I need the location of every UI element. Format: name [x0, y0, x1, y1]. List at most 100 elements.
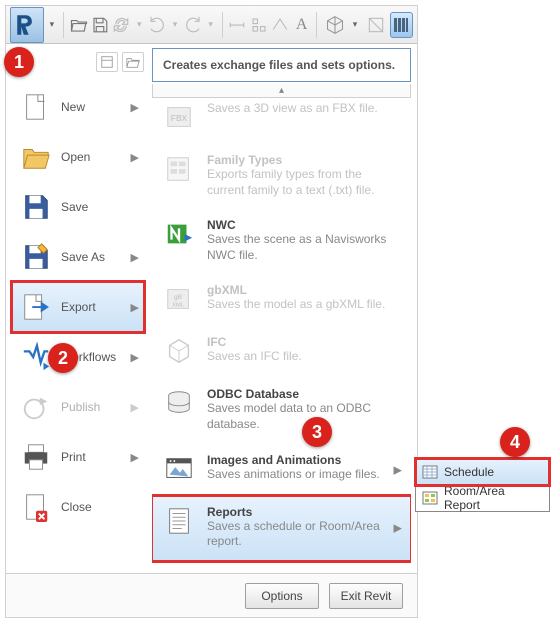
- nwc-icon: [163, 218, 195, 250]
- item-title: gbXML: [207, 283, 400, 297]
- flyout-arrow-icon: ▶: [131, 351, 139, 364]
- save-disk-icon: [19, 190, 53, 224]
- file-menu-list: New ▶ Open ▶ Save Save As ▶ Export ▶: [12, 82, 144, 532]
- item-title: Family Types: [207, 153, 400, 167]
- menu-open[interactable]: Open ▶: [12, 132, 144, 182]
- odbc-icon: [163, 387, 195, 419]
- measure-icon[interactable]: [228, 14, 247, 36]
- menu-export[interactable]: Export ▶: [12, 282, 144, 332]
- room-area-icon: [422, 490, 438, 506]
- export-reports[interactable]: ReportsSaves a schedule or Room/Area rep…: [152, 496, 411, 561]
- 3d-view-icon[interactable]: [322, 15, 347, 35]
- dropdown-icon[interactable]: ▾: [133, 19, 145, 30]
- item-desc: Saves a schedule or Room/Area report.: [207, 519, 400, 550]
- item-desc: Saves the model as a gbXML file.: [207, 297, 400, 313]
- flyout-arrow-icon: ▶: [394, 522, 402, 535]
- flyout-arrow-icon: ▶: [131, 401, 139, 414]
- undo-icon[interactable]: [147, 14, 166, 36]
- family-types-icon: [163, 153, 195, 185]
- menu-label: Open: [61, 150, 137, 164]
- flyout-label: Schedule: [444, 465, 494, 479]
- recent-open-icon[interactable]: [122, 52, 144, 72]
- menu-label: Publish: [61, 400, 137, 414]
- item-title: Reports: [207, 505, 400, 519]
- ifc-icon: [163, 335, 195, 367]
- item-title: Images and Animations: [207, 453, 400, 467]
- dim-icon[interactable]: [271, 14, 290, 36]
- app-menu-dropdown-icon[interactable]: ▾: [46, 19, 58, 30]
- saveas-icon: [19, 240, 53, 274]
- svg-text:FBX: FBX: [171, 113, 188, 123]
- fbx-icon: FBX: [163, 101, 195, 133]
- app-menu-button[interactable]: [10, 7, 44, 43]
- item-desc: Saves animations or image files.: [207, 467, 400, 483]
- export-gbxml[interactable]: gBXML gbXMLSaves the model as a gbXML fi…: [152, 274, 411, 326]
- item-title: IFC: [207, 335, 400, 349]
- flyout-arrow-icon: ▶: [131, 301, 139, 314]
- item-title: NWC: [207, 218, 400, 232]
- callout-badge-3: 3: [302, 417, 332, 447]
- close-icon: [19, 490, 53, 524]
- export-options[interactable]: OptionsSets export options for CAD and I…: [152, 561, 411, 569]
- export-fbx[interactable]: FBX Saves a 3D view as an FBX file.: [152, 100, 411, 144]
- align-icon[interactable]: [249, 14, 268, 36]
- item-desc: Saves an IFC file.: [207, 349, 400, 365]
- sync-icon[interactable]: [112, 14, 131, 36]
- dropdown-icon[interactable]: ▾: [349, 19, 361, 30]
- flyout-arrow-icon: ▶: [131, 451, 139, 464]
- flyout-arrow-icon: ▶: [131, 251, 139, 264]
- item-desc: Saves a 3D view as an FBX file.: [207, 101, 400, 117]
- gbxml-icon: gBXML: [163, 283, 195, 315]
- menu-saveas[interactable]: Save As ▶: [12, 232, 144, 282]
- flyout-room-area[interactable]: Room/Area Report: [416, 485, 549, 511]
- button-label: Exit Revit: [341, 589, 392, 603]
- menu-print[interactable]: Print ▶: [12, 432, 144, 482]
- quick-access-toolbar: ▾ ▾ ▾ ▾ A ▾: [6, 6, 417, 44]
- redo-icon[interactable]: [183, 14, 202, 36]
- callout-badge-4: 4: [500, 427, 530, 457]
- menu-label: Close: [61, 500, 137, 514]
- flyout-arrow-icon: ▶: [131, 101, 139, 114]
- export-ifc[interactable]: IFCSaves an IFC file.: [152, 326, 411, 378]
- open-folder-icon: [19, 140, 53, 174]
- images-icon: [163, 453, 195, 485]
- menu-publish[interactable]: Publish ▶: [12, 382, 144, 432]
- separator: [222, 12, 223, 38]
- exit-revit-button[interactable]: Exit Revit: [329, 583, 403, 609]
- menu-label: Export: [61, 300, 137, 314]
- dropdown-icon[interactable]: ▾: [169, 19, 181, 30]
- open-icon[interactable]: [69, 14, 88, 36]
- flyout-arrow-icon: ▶: [131, 151, 139, 164]
- export-nwc[interactable]: NWCSaves the scene as a Navisworks NWC f…: [152, 209, 411, 274]
- item-desc: Saves the scene as a Navisworks NWC file…: [207, 232, 400, 263]
- export-submenu: FBX Saves a 3D view as an FBX file. Fami…: [152, 100, 411, 569]
- menu-close[interactable]: Close: [12, 482, 144, 532]
- section-icon[interactable]: [363, 15, 388, 35]
- panel-toggle-button[interactable]: [390, 12, 413, 38]
- flyout-arrow-icon: ▶: [394, 463, 402, 476]
- svg-text:XML: XML: [172, 303, 184, 309]
- export-family-types[interactable]: Family TypesExports family types from th…: [152, 144, 411, 209]
- reports-icon: [163, 505, 195, 537]
- schedule-icon: [422, 464, 438, 480]
- menu-label: Save As: [61, 250, 137, 264]
- text-icon[interactable]: A: [292, 14, 311, 36]
- flyout-schedule[interactable]: Schedule: [416, 459, 549, 485]
- export-images[interactable]: Images and AnimationsSaves animations or…: [152, 444, 411, 496]
- scroll-up-button[interactable]: ▴: [152, 84, 411, 98]
- button-label: Options: [261, 589, 302, 603]
- export-odbc[interactable]: ODBC DatabaseSaves model data to an ODBC…: [152, 378, 411, 443]
- export-description-header: Creates exchange files and sets options.: [152, 48, 411, 82]
- options-button[interactable]: Options: [245, 583, 319, 609]
- separator: [63, 12, 64, 38]
- menu-new[interactable]: New ▶: [12, 82, 144, 132]
- flyout-label: Room/Area Report: [444, 484, 543, 512]
- recent-small-icon[interactable]: [96, 52, 118, 72]
- bottom-bar: Options Exit Revit: [6, 573, 417, 617]
- dropdown-icon[interactable]: ▾: [205, 19, 217, 30]
- save-icon[interactable]: [90, 14, 109, 36]
- menu-save[interactable]: Save: [12, 182, 144, 232]
- app-menu-panel: Creates exchange files and sets options.…: [6, 44, 417, 617]
- callout-badge-1: 1: [4, 47, 34, 77]
- menu-workflows[interactable]: Workflows ▶: [12, 332, 144, 382]
